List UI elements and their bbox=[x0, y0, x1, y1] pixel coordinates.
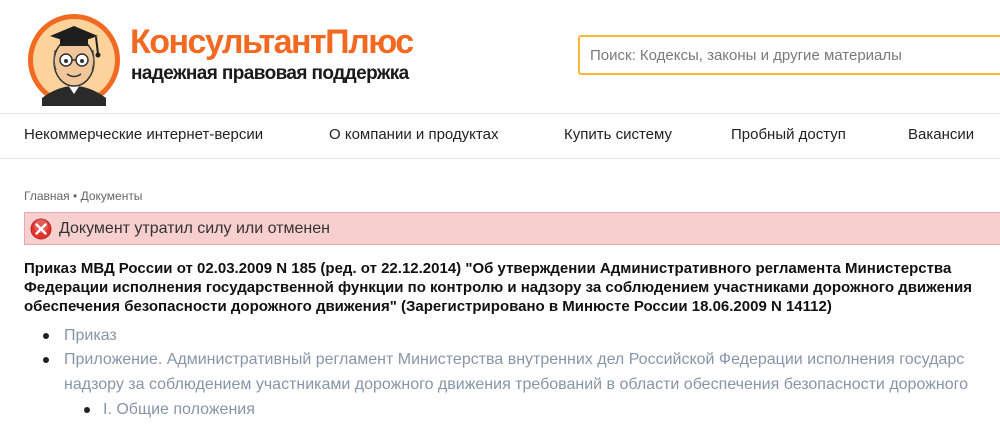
toc-item-appendix-continued[interactable]: надзору за соблюдением участниками дорож… bbox=[64, 373, 968, 397]
list-bullet bbox=[43, 333, 49, 339]
nav-item-trial[interactable]: Пробный доступ bbox=[731, 126, 846, 143]
document-title-line: обеспечения безопасности дорожного движе… bbox=[24, 298, 832, 315]
breadcrumb-current[interactable]: Документы bbox=[81, 189, 143, 203]
list-bullet bbox=[43, 357, 49, 363]
search-input[interactable] bbox=[578, 35, 1000, 75]
brand-name[interactable]: КонсультантПлюс bbox=[130, 24, 414, 60]
alert-text: Документ утратил силу или отменен bbox=[59, 220, 330, 237]
nav-item-noncommercial[interactable]: Некоммерческие интернет-версии bbox=[24, 126, 263, 143]
toc-item-order[interactable]: Приказ bbox=[64, 324, 117, 348]
nav-item-company[interactable]: О компании и продуктах bbox=[329, 126, 498, 143]
list-bullet bbox=[84, 407, 90, 413]
document-title-line: Федерации исполнения государственной фун… bbox=[24, 279, 972, 296]
breadcrumb: Главная • Документы bbox=[24, 189, 142, 203]
site-header: КонсультантПлюс надежная правовая поддер… bbox=[0, 0, 1000, 112]
consultant-avatar-logo[interactable] bbox=[24, 10, 124, 106]
error-x-icon bbox=[30, 218, 52, 240]
document-status-alert: Документ утратил силу или отменен bbox=[24, 212, 1000, 245]
toc-item-general-provisions[interactable]: I. Общие положения bbox=[103, 398, 255, 422]
nav-item-buy[interactable]: Купить систему bbox=[564, 126, 672, 143]
breadcrumb-separator: • bbox=[73, 189, 78, 203]
toc-item-appendix[interactable]: Приложение. Административный регламент М… bbox=[64, 348, 964, 372]
brand-tagline: надежная правовая поддержка bbox=[131, 63, 409, 84]
breadcrumb-home[interactable]: Главная bbox=[24, 189, 70, 203]
document-title: Приказ МВД России от 02.03.2009 N 185 (р… bbox=[24, 259, 1000, 316]
main-nav: Некоммерческие интернет-версии О компани… bbox=[0, 113, 1000, 159]
nav-item-vacancies[interactable]: Вакансии bbox=[908, 126, 974, 143]
document-title-line: Приказ МВД России от 02.03.2009 N 185 (р… bbox=[24, 260, 952, 277]
